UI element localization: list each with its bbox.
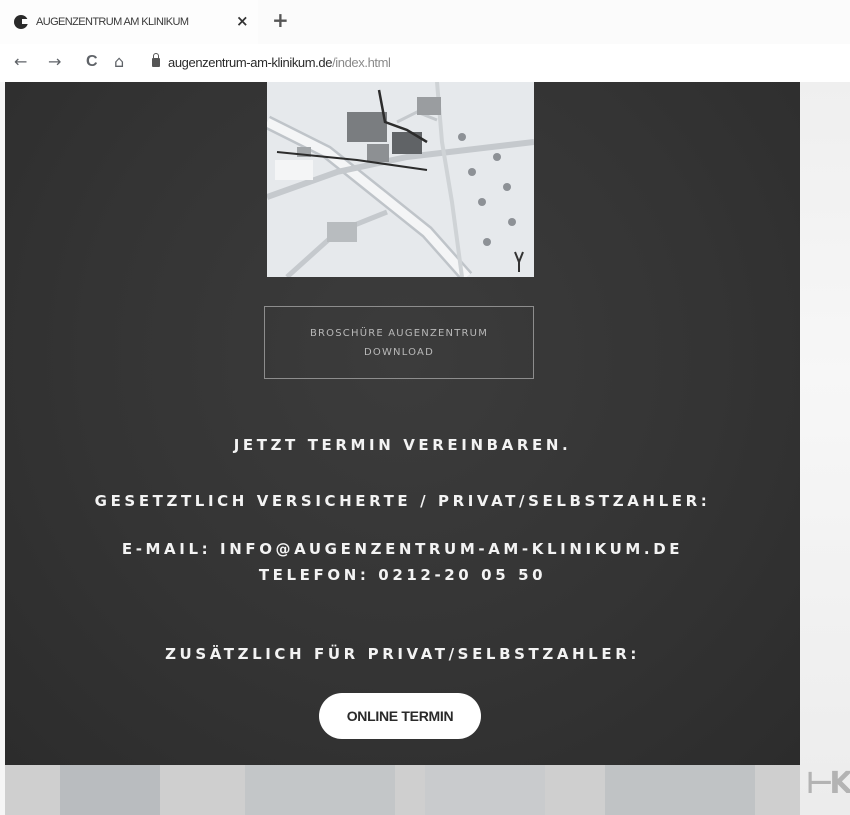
footer-image-strip [5,765,800,815]
new-tab-icon[interactable]: + [272,10,289,30]
url-host: augenzentrum-am-klinikum.de [168,55,333,70]
map-graphic [267,82,534,277]
appointment-heading: JETZT TERMIN VEREINBAREN. [233,436,572,454]
page-right-gutter [800,82,850,815]
forward-arrow-icon[interactable]: → [48,53,61,71]
browser-tab[interactable]: AUGENZENTRUM AM KLINIKUM × [0,0,258,44]
insured-heading: GESETZTLICH VERSICHERTE / PRIVAT/SELBSTZ… [94,492,711,510]
footer-image-tile [605,765,755,815]
brochure-download-button[interactable]: BROSCHÜRE AUGENZENTRUM DOWNLOAD [264,306,534,379]
address-bar[interactable]: augenzentrum-am-klinikum.de/index.html [168,55,391,70]
online-termin-button[interactable]: ONLINE TERMIN [319,693,481,739]
tab-bar: AUGENZENTRUM AM KLINIKUM × + [0,0,850,44]
brochure-label-line1: BROSCHÜRE AUGENZENTRUM [309,327,489,339]
email-line[interactable]: E-MAIL: INFO@AUGENZENTRUM-AM-KLINIKUM.DE [5,540,800,558]
reload-icon[interactable]: C [86,53,98,71]
location-map-image[interactable] [267,82,534,277]
footer-image-tile [60,765,160,815]
browser-toolbar: ← → C ⌂ augenzentrum-am-klinikum.de/inde… [0,44,850,82]
tab-title: AUGENZENTRUM AM KLINIKUM [36,16,189,28]
site-favicon-icon [14,15,28,29]
back-arrow-icon[interactable]: ← [14,53,27,71]
private-heading: ZUSÄTZLICH FÜR PRIVAT/SELBSTZAHLER: [165,645,640,663]
phone-line[interactable]: TELEFON: 0212-20 05 50 [5,566,800,584]
home-icon[interactable]: ⌂ [114,53,124,71]
brochure-label-line2: DOWNLOAD [364,346,434,358]
close-tab-icon[interactable]: × [236,13,249,29]
footer-image-tile [425,765,545,815]
footer-image-tile [245,765,395,815]
footer-logo-icon: ⊢K [806,766,850,801]
url-path: /index.html [332,55,391,70]
contact-section: BROSCHÜRE AUGENZENTRUM DOWNLOAD JETZT TE… [5,82,800,765]
lock-icon[interactable] [152,53,160,67]
